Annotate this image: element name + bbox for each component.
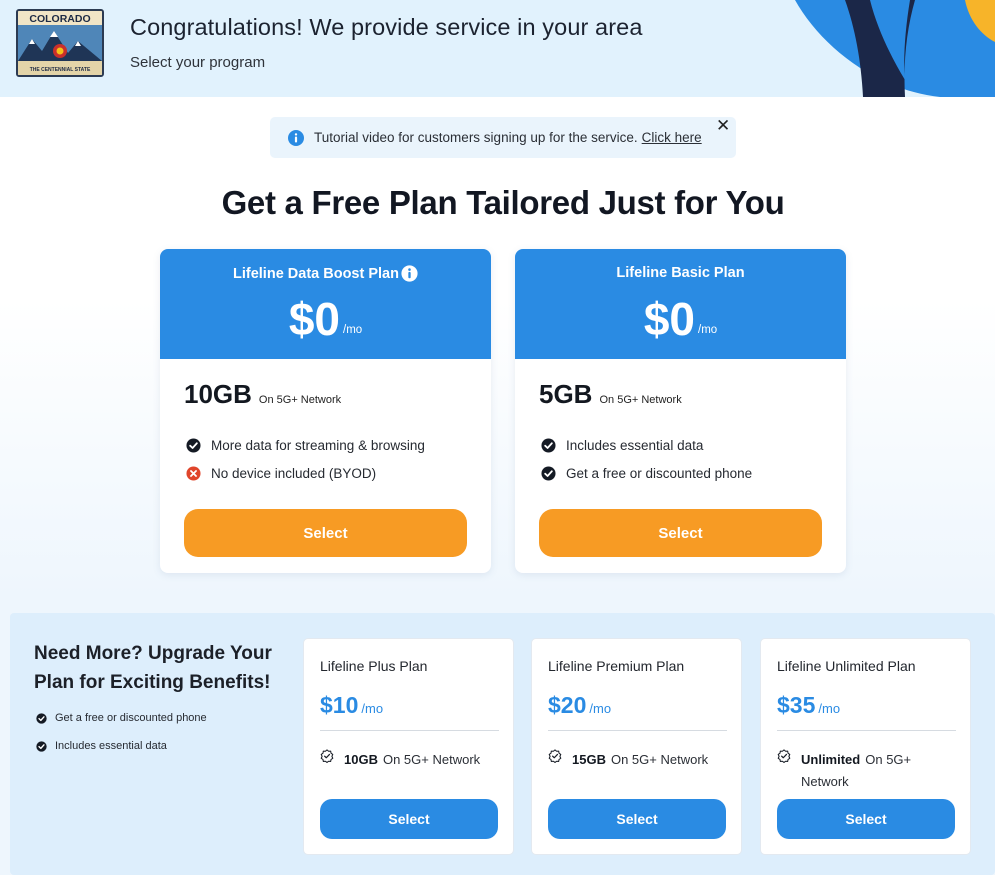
select-data-boost-button[interactable]: Select	[184, 509, 467, 557]
upgrade-feature-text: Get a free or discounted phone	[55, 712, 207, 724]
plan-price: $10	[320, 692, 359, 718]
info-icon	[288, 129, 304, 146]
cross-circle-icon	[186, 466, 201, 481]
plan-network: On 5G+ Network	[599, 394, 682, 406]
plan-network: On 5G+ Network	[610, 752, 709, 767]
notice-text: Tutorial video for customers signing up …	[314, 130, 638, 145]
plan-feature: Includes essential data	[541, 438, 703, 453]
upgrade-section: Need More? Upgrade Your Plan for Excitin…	[10, 613, 995, 875]
page-title: Congratulations! We provide service in y…	[130, 14, 643, 40]
select-premium-button[interactable]: Select	[548, 799, 726, 839]
plan-card-data-boost: Lifeline Data Boost Plan $0 /mo 10GB On …	[160, 249, 491, 573]
plan-price: $0	[643, 293, 695, 345]
badge-check-icon	[320, 749, 334, 763]
badge-check-icon	[548, 749, 562, 763]
badge-check-icon	[777, 749, 791, 763]
plan-card-header: Lifeline Data Boost Plan $0 /mo	[160, 249, 491, 359]
upgrade-feature: Includes essential data	[36, 740, 167, 752]
plan-name: Lifeline Data Boost Plan	[233, 265, 399, 282]
divider	[548, 730, 727, 731]
upgrade-title: Need More? Upgrade Your Plan for Excitin…	[34, 643, 272, 693]
plan-feature-text: Includes essential data	[566, 438, 704, 453]
close-icon[interactable]: ✕	[716, 117, 730, 134]
colorado-badge-logo: COLORADO THE CENTENNIAL STATE	[16, 9, 104, 77]
plan-name: Lifeline Basic Plan	[616, 265, 745, 281]
select-plus-button[interactable]: Select	[320, 799, 498, 839]
plan-period: /mo	[361, 701, 384, 716]
tutorial-link[interactable]: Click here	[642, 130, 702, 145]
plan-feature: No device included (BYOD)	[186, 466, 376, 481]
info-icon[interactable]	[401, 265, 418, 282]
plan-data-amount: 10GB	[184, 379, 252, 409]
plan-feature-text: More data for streaming & browsing	[211, 438, 425, 453]
check-circle-icon	[541, 438, 556, 453]
check-circle-icon	[36, 712, 47, 724]
plan-price: $35	[777, 692, 816, 718]
plan-card-basic: Lifeline Basic Plan $0 /mo 5GB On 5G+ Ne…	[515, 249, 846, 573]
plan-name: Lifeline Plus Plan	[320, 658, 428, 674]
upgrade-feature-text: Includes essential data	[55, 740, 167, 752]
select-basic-button[interactable]: Select	[539, 509, 822, 557]
page-subtitle: Select your program	[130, 54, 266, 71]
plan-network: On 5G+ Network	[258, 394, 342, 406]
plan-feature-text: Get a free or discounted phone	[566, 466, 753, 481]
plan-data-amount: 15GB	[572, 752, 606, 767]
plan-card-plus: Lifeline Plus Plan $10 /mo 10GB On 5G+ Ne…	[303, 638, 514, 855]
plan-data-amount: 10GB	[344, 752, 378, 767]
check-circle-icon	[36, 740, 47, 752]
plan-name: Lifeline Premium Plan	[548, 658, 685, 674]
select-unlimited-button[interactable]: Select	[777, 799, 955, 839]
plan-price: $0	[288, 293, 340, 345]
plan-card-premium: Lifeline Premium Plan $20 /mo 15GB On 5G+…	[531, 638, 742, 855]
plan-price: $20	[548, 692, 587, 718]
plan-period: /mo	[343, 324, 363, 336]
plan-network: On 5G+ Network	[382, 752, 481, 767]
divider	[320, 730, 499, 731]
upgrade-feature: Get a free or discounted phone	[36, 712, 207, 724]
plan-card-header: Lifeline Basic Plan $0 /mo	[515, 249, 846, 359]
section-title: Get a Free Plan Tailored Just for You	[221, 184, 785, 221]
check-circle-icon	[541, 466, 556, 481]
plan-feature: More data for streaming & browsing	[186, 438, 425, 453]
plan-data-amount: Unlimited	[801, 752, 861, 767]
plan-data-amount: 5GB	[539, 379, 593, 409]
badge-motto-text: THE CENTENNIAL STATE	[30, 67, 91, 73]
check-circle-icon	[186, 438, 201, 453]
header-banner: COLORADO THE CENTENNIAL STATE Congratula…	[0, 0, 995, 97]
plan-card-unlimited: Lifeline Unlimited Plan $35 /mo Unlimite…	[760, 638, 971, 855]
plan-period: /mo	[589, 701, 612, 716]
plan-feature: Get a free or discounted phone	[541, 466, 752, 481]
divider	[777, 730, 956, 731]
tutorial-notice: Tutorial video for customers signing up …	[270, 117, 736, 158]
plan-period: /mo	[698, 324, 718, 336]
badge-state-text: COLORADO	[29, 13, 90, 25]
plan-period: /mo	[818, 701, 841, 716]
plan-name: Lifeline Unlimited Plan	[777, 658, 916, 674]
plan-feature-text: No device included (BYOD)	[211, 466, 377, 481]
header-decoration	[795, 0, 995, 97]
